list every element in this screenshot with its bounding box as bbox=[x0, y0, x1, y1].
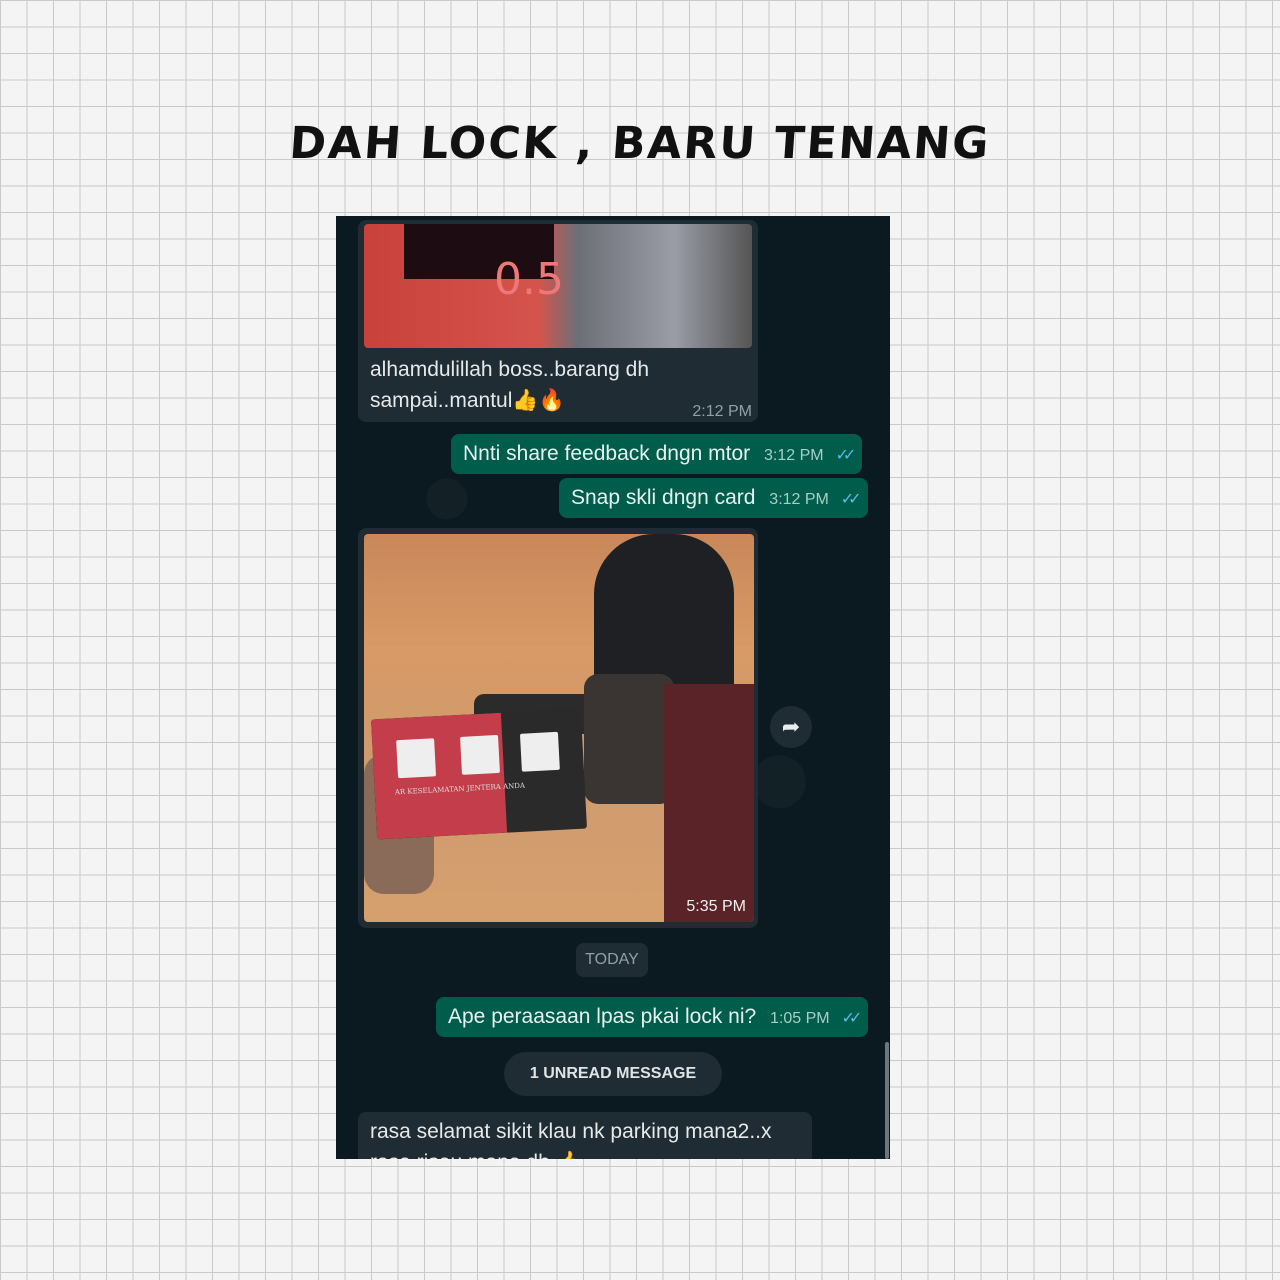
double-check-icon: ✓✓ bbox=[841, 1010, 862, 1027]
date-divider: TODAY bbox=[576, 943, 648, 977]
incoming-message[interactable]: rasa selamat sikit klau nk parking mana2… bbox=[358, 1112, 812, 1159]
message-line: sampai..mantul👍🔥 bbox=[370, 389, 565, 412]
share-icon[interactable]: ➦ bbox=[770, 706, 812, 748]
message-line: rasa risau mana dh 👍 bbox=[370, 1147, 772, 1159]
motorcycle-body bbox=[664, 684, 754, 922]
message-text: rasa selamat sikit klau nk parking mana2… bbox=[370, 1116, 772, 1159]
message-photo[interactable]: 0.5 bbox=[364, 224, 752, 348]
message-time: 1:05 PM bbox=[770, 1010, 830, 1027]
scrollbar[interactable] bbox=[885, 1042, 889, 1159]
message-photo[interactable]: AR KESELAMATAN JENTERA ANDA 5:35 PM bbox=[364, 534, 754, 922]
message-text: Nnti share feedback dngn mtor bbox=[463, 442, 751, 465]
double-check-icon: ✓✓ bbox=[835, 447, 856, 464]
outgoing-message[interactable]: Ape peraasaan lpas pkai lock ni? 1:05 PM… bbox=[436, 997, 869, 1037]
card-accent bbox=[371, 712, 508, 840]
card-icon bbox=[460, 734, 500, 775]
chat-screen: 0.5 alhamdulillah boss..barang dh sampai… bbox=[336, 216, 890, 1159]
photo-print: 0.5 bbox=[494, 254, 564, 305]
unread-divider: 1 UNREAD MESSAGE bbox=[504, 1052, 722, 1096]
message-text: alhamdulillah boss..barang dh sampai..ma… bbox=[370, 354, 649, 416]
message-time: 3:12 PM bbox=[769, 491, 829, 508]
outgoing-message[interactable]: Snap skli dngn card 3:12 PM ✓✓ bbox=[559, 478, 868, 518]
message-line: rasa selamat sikit klau nk parking mana2… bbox=[370, 1120, 772, 1143]
photo-time: 5:35 PM bbox=[686, 898, 746, 915]
message-time: 3:12 PM bbox=[764, 447, 824, 464]
message-text: Ape peraasaan lpas pkai lock ni? bbox=[448, 1005, 757, 1028]
outgoing-message[interactable]: Nnti share feedback dngn mtor 3:12 PM ✓✓ bbox=[451, 434, 863, 474]
message-time: 2:12 PM bbox=[692, 403, 752, 420]
card-icon bbox=[519, 731, 560, 772]
incoming-message[interactable]: 0.5 alhamdulillah boss..barang dh sampai… bbox=[358, 220, 758, 422]
handlebar-lock bbox=[584, 674, 674, 804]
page-title: DAH LOCK , BARU TENANG bbox=[287, 118, 993, 169]
card-icon bbox=[396, 738, 437, 779]
message-line: alhamdulillah boss..barang dh bbox=[370, 358, 650, 381]
business-card: AR KESELAMATAN JENTERA ANDA bbox=[371, 708, 587, 840]
message-text: Snap skli dngn card bbox=[571, 486, 756, 509]
double-check-icon: ✓✓ bbox=[840, 491, 862, 508]
